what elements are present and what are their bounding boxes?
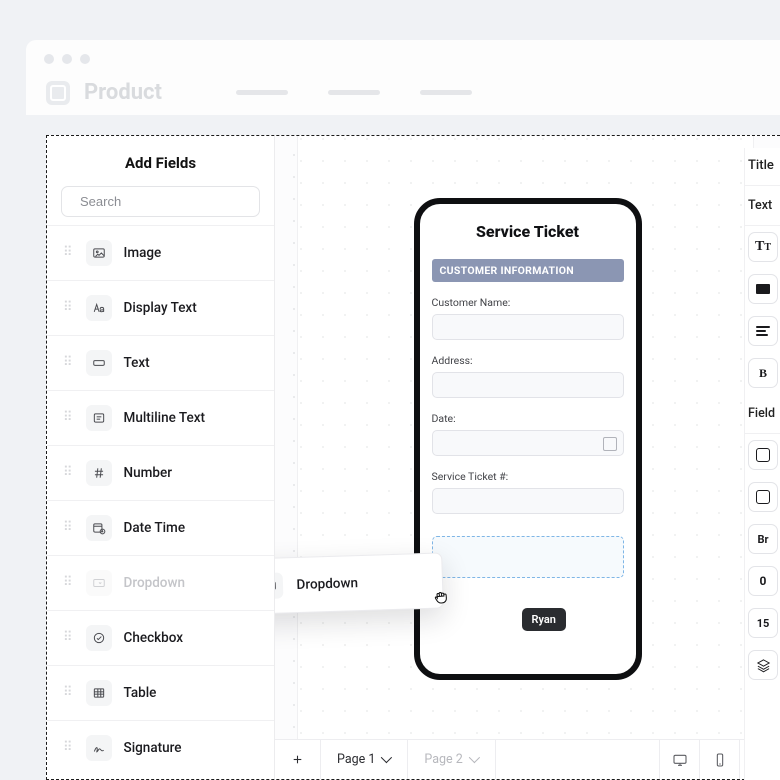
dropdown-icon — [275, 572, 283, 599]
desktop-preview-button[interactable] — [660, 740, 700, 779]
mobile-preview-button[interactable] — [700, 740, 740, 779]
browser-window: Product — [26, 40, 780, 115]
collaborator-chip: Ryan — [522, 608, 566, 631]
field-type-display-text[interactable]: Display Text — [47, 280, 274, 335]
drag-handle-icon[interactable] — [63, 746, 74, 750]
drag-handle-icon[interactable] — [63, 306, 74, 310]
drag-handle-icon[interactable] — [63, 251, 74, 255]
nav-placeholder — [236, 90, 472, 95]
search-input[interactable] — [80, 194, 256, 209]
date-time-icon — [86, 515, 112, 541]
pages-toolbar: Page 1 Page 2 — [275, 739, 780, 779]
panel-text-label: Text — [745, 186, 780, 226]
properties-panel: Title Text TT B Field Br 0 15 — [744, 148, 780, 780]
signature-icon — [86, 735, 112, 761]
field-label: Number — [124, 465, 172, 481]
chevron-down-icon — [381, 755, 391, 765]
page-1-label: Page 1 — [337, 752, 375, 767]
form-canvas[interactable]: Service Ticket CUSTOMER INFORMATION Cust… — [275, 136, 780, 779]
bold-button[interactable]: B — [748, 358, 778, 388]
field-label: Checkbox — [124, 630, 184, 646]
number-icon — [86, 460, 112, 486]
drag-handle-icon[interactable] — [63, 471, 74, 475]
field-type-checkbox[interactable]: Checkbox — [47, 610, 274, 665]
search-box[interactable] — [61, 186, 260, 217]
field-label: Table — [124, 685, 157, 701]
field-type-text[interactable]: Text — [47, 335, 274, 390]
field-label: Multiline Text — [124, 410, 205, 426]
required-checkbox[interactable] — [748, 440, 778, 470]
app-logo — [46, 81, 70, 105]
field-list: Image Display Text Text Multiline Text — [47, 225, 274, 779]
field-type-image[interactable]: Image — [47, 225, 274, 280]
drag-handle-icon[interactable] — [63, 636, 74, 640]
readonly-checkbox[interactable] — [748, 482, 778, 512]
multiline-text-icon — [86, 405, 112, 431]
drag-handle-icon[interactable] — [63, 361, 74, 365]
field-label: Signature — [124, 740, 182, 756]
dropdown-icon — [86, 570, 112, 596]
date-label: Date: — [432, 412, 624, 425]
field-type-table[interactable]: Table — [47, 665, 274, 720]
text-input-icon — [86, 350, 112, 376]
form-section-header: CUSTOMER INFORMATION — [432, 259, 624, 282]
table-icon — [86, 680, 112, 706]
field-label: Display Text — [124, 300, 197, 316]
layers-button[interactable] — [748, 650, 778, 680]
window-dot — [44, 54, 54, 64]
field-type-dropdown-ghost: Dropdown — [47, 555, 274, 610]
page-1-tab[interactable]: Page 1 — [321, 740, 408, 779]
ticket-number-input[interactable] — [432, 488, 624, 514]
add-page-button[interactable] — [275, 740, 321, 779]
page-2-tab[interactable]: Page 2 — [408, 740, 495, 779]
image-icon — [86, 240, 112, 266]
customer-name-input[interactable] — [432, 314, 624, 340]
value-15[interactable]: 15 — [748, 608, 778, 638]
ticket-number-label: Service Ticket #: — [432, 470, 624, 483]
customer-name-label: Customer Name: — [432, 296, 624, 309]
field-type-signature[interactable]: Signature — [47, 720, 274, 775]
form-title: Service Ticket — [432, 222, 624, 241]
chevron-down-icon — [469, 755, 479, 765]
text-color-button[interactable] — [748, 274, 778, 304]
app-header: Product — [26, 64, 780, 115]
window-dot — [80, 54, 90, 64]
checkbox-icon — [86, 625, 112, 651]
window-controls — [26, 54, 780, 64]
app-title: Product — [84, 80, 162, 105]
field-type-date-time[interactable]: Date Time — [47, 500, 274, 555]
address-label: Address: — [432, 354, 624, 367]
panel-field-label: Field — [745, 394, 780, 434]
field-type-multiline-text[interactable]: Multiline Text — [47, 390, 274, 445]
window-dot — [62, 54, 72, 64]
display-text-icon — [86, 295, 112, 321]
border-value[interactable]: Br — [748, 524, 778, 554]
field-label: Text — [124, 355, 150, 371]
dragging-field-card[interactable]: Dropdown — [275, 552, 444, 615]
field-label: Image — [124, 245, 162, 261]
sidebar-title: Add Fields — [47, 136, 274, 186]
font-family-button[interactable]: TT — [748, 232, 778, 262]
page-2-label: Page 2 — [424, 752, 462, 767]
fields-sidebar: Add Fields Image Display Text Text — [47, 136, 275, 779]
drag-handle-icon[interactable] — [63, 691, 74, 695]
drag-handle-icon[interactable] — [63, 526, 74, 530]
address-input[interactable] — [432, 372, 624, 398]
dragging-field-label: Dropdown — [296, 575, 358, 593]
grab-cursor-icon — [431, 587, 451, 607]
field-label: Date Time — [124, 520, 186, 536]
field-label: Dropdown — [124, 575, 185, 591]
field-type-number[interactable]: Number — [47, 445, 274, 500]
drop-target[interactable] — [432, 536, 624, 578]
workspace: Add Fields Image Display Text Text — [46, 135, 780, 780]
drag-handle-icon[interactable] — [63, 416, 74, 420]
text-align-button[interactable] — [748, 316, 778, 346]
drag-handle-icon — [63, 581, 74, 585]
value-0[interactable]: 0 — [748, 566, 778, 596]
panel-title-label: Title — [745, 148, 780, 186]
date-input[interactable] — [432, 430, 624, 456]
